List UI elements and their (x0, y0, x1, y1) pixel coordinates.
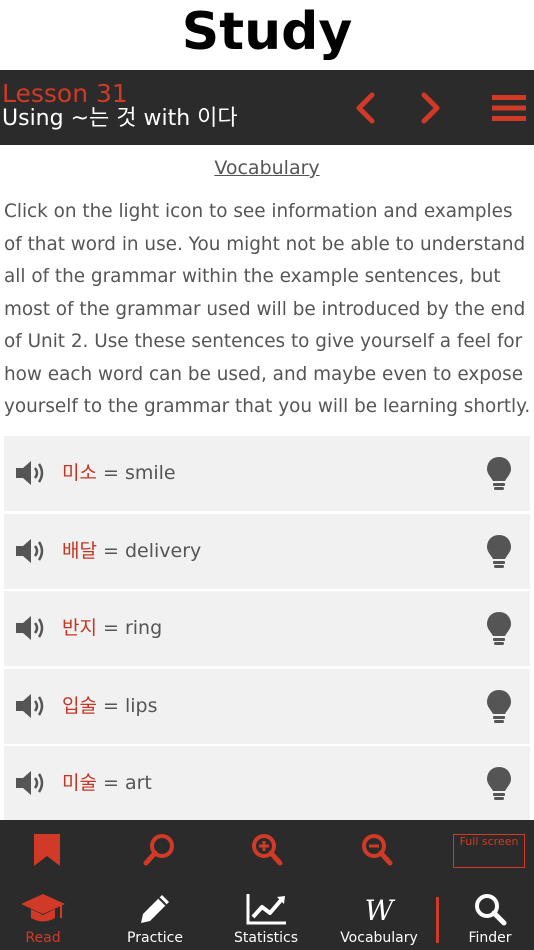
page-title: Study (0, 0, 534, 70)
vocab-korean: 배달 (62, 539, 97, 562)
next-lesson-icon[interactable] (412, 90, 448, 126)
list-item: 미술 = art (4, 746, 530, 821)
vocab-english: = smile (96, 462, 176, 484)
nav-practice-label: Practice (127, 930, 183, 946)
zoom-in-icon[interactable] (250, 832, 284, 868)
list-item: 반지 = ring (4, 591, 530, 666)
speaker-icon[interactable] (14, 536, 48, 566)
nav-vocabulary-label: Vocabulary (340, 930, 418, 946)
nav-practice[interactable]: Practice (120, 892, 190, 950)
zoom-out-icon[interactable] (360, 832, 394, 868)
list-item: 미소 = smile (4, 436, 530, 511)
nav-finder[interactable]: Finder (460, 892, 520, 950)
speaker-icon[interactable] (14, 691, 48, 721)
vocab-english: = lips (96, 694, 158, 717)
vocab-english: = delivery (96, 539, 202, 562)
nav-read-label: Read (25, 930, 61, 946)
nav-read[interactable]: Read (14, 892, 72, 950)
nav-divider (436, 897, 439, 943)
fullscreen-button[interactable]: Full screen (453, 834, 525, 868)
vocab-entry: 미술 = art (62, 771, 152, 795)
menu-icon[interactable] (490, 90, 528, 126)
graduation-cap-icon (21, 894, 65, 922)
lesson-subtitle: Using ~는 것 with 이다 (2, 106, 238, 131)
lightbulb-icon[interactable] (486, 611, 512, 647)
nav-vocabulary[interactable]: W Vocabulary (336, 892, 422, 950)
vocab-list: 미소 = smile 배달 = delivery 반지 = ring 입술 = … (4, 436, 530, 824)
vocab-english: = ring (96, 617, 163, 639)
lesson-header: Lesson 31 Using ~는 것 with 이다 (0, 70, 534, 145)
lightbulb-icon[interactable] (486, 456, 512, 492)
w-letter-icon: W (365, 894, 396, 926)
svg-text:W: W (365, 894, 396, 926)
list-item: 배달 = delivery (4, 513, 530, 589)
vocab-entry: 입술 = lips (62, 694, 158, 718)
magnifier-icon (475, 894, 507, 926)
intro-text: Click on the light icon to see informati… (4, 201, 531, 417)
vocab-entry: 반지 = ring (62, 616, 162, 640)
speaker-icon[interactable] (14, 458, 48, 488)
lightbulb-icon[interactable] (486, 534, 512, 570)
vocab-korean: 입술 (62, 694, 97, 717)
speaker-icon[interactable] (14, 613, 48, 643)
nav-statistics[interactable]: Statistics (228, 892, 304, 950)
speaker-icon[interactable] (14, 768, 48, 798)
nav-statistics-label: Statistics (234, 930, 298, 946)
lightbulb-icon[interactable] (486, 766, 512, 802)
lightbulb-icon[interactable] (486, 689, 512, 725)
vocab-english: = art (96, 772, 152, 794)
pencil-icon (141, 895, 169, 923)
vocab-korean: 미소 (62, 462, 97, 484)
previous-lesson-icon[interactable] (348, 90, 384, 126)
vocab-korean: 미술 (62, 772, 97, 794)
vocab-entry: 배달 = delivery (62, 539, 201, 563)
vocab-korean: 반지 (62, 617, 97, 639)
bookmark-icon[interactable] (30, 832, 64, 868)
search-icon[interactable] (142, 832, 176, 868)
line-chart-icon (246, 894, 286, 925)
vocab-entry: 미소 = smile (62, 461, 176, 485)
lesson-number: Lesson 31 (2, 79, 128, 108)
nav-finder-label: Finder (468, 930, 512, 946)
list-item: 입술 = lips (4, 668, 530, 744)
vocabulary-heading: Vocabulary (214, 157, 320, 179)
